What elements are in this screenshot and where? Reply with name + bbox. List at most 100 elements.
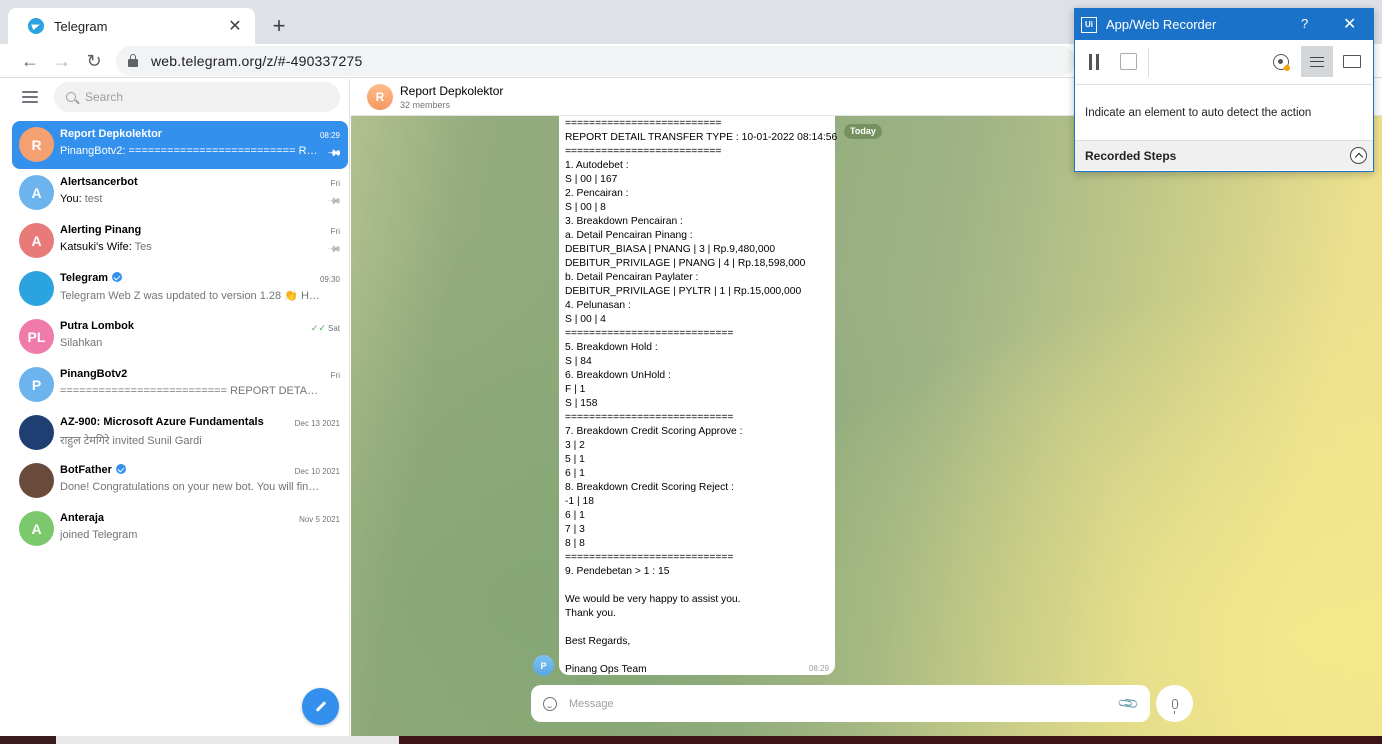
chat-list-panel: Search R Report Depkolektor PinangBotv2: =…: [0, 79, 350, 736]
preview-text: Done! Congratulations on your new bot. Y…: [60, 481, 320, 493]
chat-title: Alerting Pinang: [60, 224, 141, 236]
taskbar-segment: [56, 736, 399, 744]
microphone-icon: [1171, 698, 1178, 714]
telegram-favicon-icon: [28, 18, 44, 34]
message-line: 7. Breakdown Credit Scoring Approve :: [565, 426, 743, 437]
recorder-window: Ui App/Web Recorder ? ✕ Indicate an elem…: [1074, 8, 1374, 172]
chat-title: Alertsancerbot: [60, 176, 138, 188]
message-line: Pinang Ops Team: [565, 664, 647, 675]
tab-close-icon[interactable]: ✕: [225, 16, 245, 36]
preview-text: ========================== REPORT DETAIL…: [60, 385, 320, 397]
search-input[interactable]: Search: [54, 82, 340, 112]
search-placeholder: Search: [85, 90, 124, 104]
avatar: [19, 463, 54, 498]
sender-avatar[interactable]: P: [533, 655, 554, 676]
pin-icon: 📌: [327, 193, 343, 209]
chat-time: Dec 13 2021: [295, 419, 340, 428]
message-text: ========================== REPORT DETAIL …: [565, 117, 837, 677]
chat-time: Fri: [331, 227, 340, 236]
chat-list-item[interactable]: BotFather Done! Congratulations on your n…: [12, 457, 348, 505]
pin-icon: 📌: [327, 241, 343, 257]
save-icon[interactable]: [1120, 53, 1137, 70]
new-message-pencil-button[interactable]: [302, 688, 339, 725]
message-line: Thank you.: [565, 608, 616, 619]
chat-list-item[interactable]: AZ-900: Microsoft Azure Fundamentals राहु…: [12, 409, 348, 457]
chat-title: Report Depkolektor: [60, 128, 162, 140]
left-header: Search: [0, 79, 349, 115]
screen-capture-icon[interactable]: [1343, 55, 1361, 68]
preview-text: test: [84, 193, 103, 205]
chat-title: PinangBotv2: [60, 368, 127, 380]
taskbar-segment: [399, 736, 1382, 744]
chat-avatar: R: [367, 84, 393, 110]
message-input[interactable]: Message: [569, 698, 1120, 710]
message-line: 6 | 1: [565, 510, 585, 521]
collapse-icon[interactable]: [1350, 147, 1367, 164]
forward-arrow-icon[interactable]: →: [49, 48, 75, 74]
avatar: R: [19, 127, 54, 162]
chat-list-item[interactable]: A Alerting Pinang Katsuki's Wife: Tes Fri 📌: [12, 217, 348, 265]
recorder-hint: Indicate an element to auto detect the a…: [1075, 85, 1373, 141]
new-tab-button[interactable]: +: [266, 13, 292, 39]
chat-time: ✓✓ Sat: [311, 323, 340, 334]
chat-list-item[interactable]: A Alertsancerbot You: test Fri 📌: [12, 169, 348, 217]
message-line: ==========================: [565, 118, 722, 129]
emoji-icon[interactable]: [543, 696, 557, 711]
preview-text: joined Telegram: [60, 529, 138, 541]
chat-title: AZ-900: Microsoft Azure Fundamentals: [60, 416, 264, 428]
verified-badge-icon: [112, 272, 123, 282]
chat-list-item[interactable]: A Anteraja joined Telegram Nov 5 2021: [12, 505, 348, 553]
close-button[interactable]: ✕: [1343, 14, 1356, 34]
chat-time-text: Dec 10 2021: [294, 467, 340, 476]
chat-preview: Silahkan: [60, 337, 320, 349]
browser-tab-telegram[interactable]: Telegram ✕: [8, 8, 255, 44]
message-composer[interactable]: Message 📎: [531, 685, 1150, 722]
preview-text: Telegram Web Z was updated to version 1.…: [60, 290, 320, 302]
chat-preview: राहुल टेमगिरे invited Sunil Gardi: [60, 433, 320, 448]
back-arrow-icon[interactable]: ←: [17, 48, 43, 74]
message-line: S | 158: [565, 398, 598, 409]
menu-icon[interactable]: [22, 91, 38, 103]
address-bar[interactable]: web.telegram.org/z/#-490337275: [116, 46, 1076, 76]
avatar: A: [19, 175, 54, 210]
chat-time-text: Fri: [330, 371, 340, 380]
recorded-steps-header[interactable]: Recorded Steps: [1075, 141, 1373, 170]
preview-text: Tes: [134, 241, 152, 253]
attach-icon[interactable]: 📎: [1116, 691, 1140, 715]
preview-text: Silahkan: [60, 337, 103, 349]
chat-time-text: Fri: [330, 179, 340, 188]
search-icon: [66, 92, 76, 102]
date-badge: Today: [844, 124, 882, 139]
message-line: 3. Breakdown Pencairan :: [565, 216, 683, 227]
preview-text: ========================== REPOR…: [128, 145, 321, 157]
chat-list-item[interactable]: P PinangBotv2 ========================== R…: [12, 361, 348, 409]
message-line: b. Detail Pencairan Paylater :: [565, 272, 699, 283]
uipath-logo-icon: Ui: [1081, 16, 1097, 33]
chat-list-item[interactable]: PL Putra Lombok Silahkan ✓✓ Sat: [12, 313, 348, 361]
target-element-icon[interactable]: [1273, 54, 1290, 71]
chat-title-text: PinangBotv2: [60, 368, 128, 380]
message-line: ============================: [565, 328, 734, 339]
message-time: 08:29: [808, 664, 829, 673]
read-ticks-icon: ✓✓: [310, 323, 326, 333]
message-bubble[interactable]: ========================== REPORT DETAIL …: [559, 116, 837, 677]
reload-icon[interactable]: ↻: [81, 48, 107, 74]
message-line: S | 00 | 4: [565, 314, 606, 325]
chat-title-text: Report Depkolektor: [60, 128, 163, 140]
message-line: 8. Breakdown Credit Scoring Reject :: [565, 482, 734, 493]
chat-time: 08:29: [320, 131, 340, 140]
message-line: [565, 621, 835, 635]
message-line: We would be very happy to assist you.: [565, 594, 741, 605]
voice-record-button[interactable]: [1156, 685, 1193, 722]
chat-time-text: Fri: [330, 227, 340, 236]
help-button[interactable]: ?: [1301, 16, 1308, 31]
avatar: A: [19, 223, 54, 258]
chat-time-text: Dec 13 2021: [294, 419, 340, 428]
chat-list-item[interactable]: R Report Depkolektor PinangBotv2: ========…: [12, 121, 348, 169]
preview-sender: Katsuki's Wife:: [60, 241, 135, 253]
chat-list-item[interactable]: Telegram Telegram Web Z was updated to ve…: [12, 265, 348, 313]
steps-list-icon[interactable]: [1301, 46, 1333, 77]
pause-icon[interactable]: [1089, 54, 1099, 70]
chat-time: Nov 5 2021: [299, 515, 340, 524]
message-line: DEBITUR_PRIVILAGE | PYLTR | 1 | Rp.15,00…: [565, 286, 802, 297]
